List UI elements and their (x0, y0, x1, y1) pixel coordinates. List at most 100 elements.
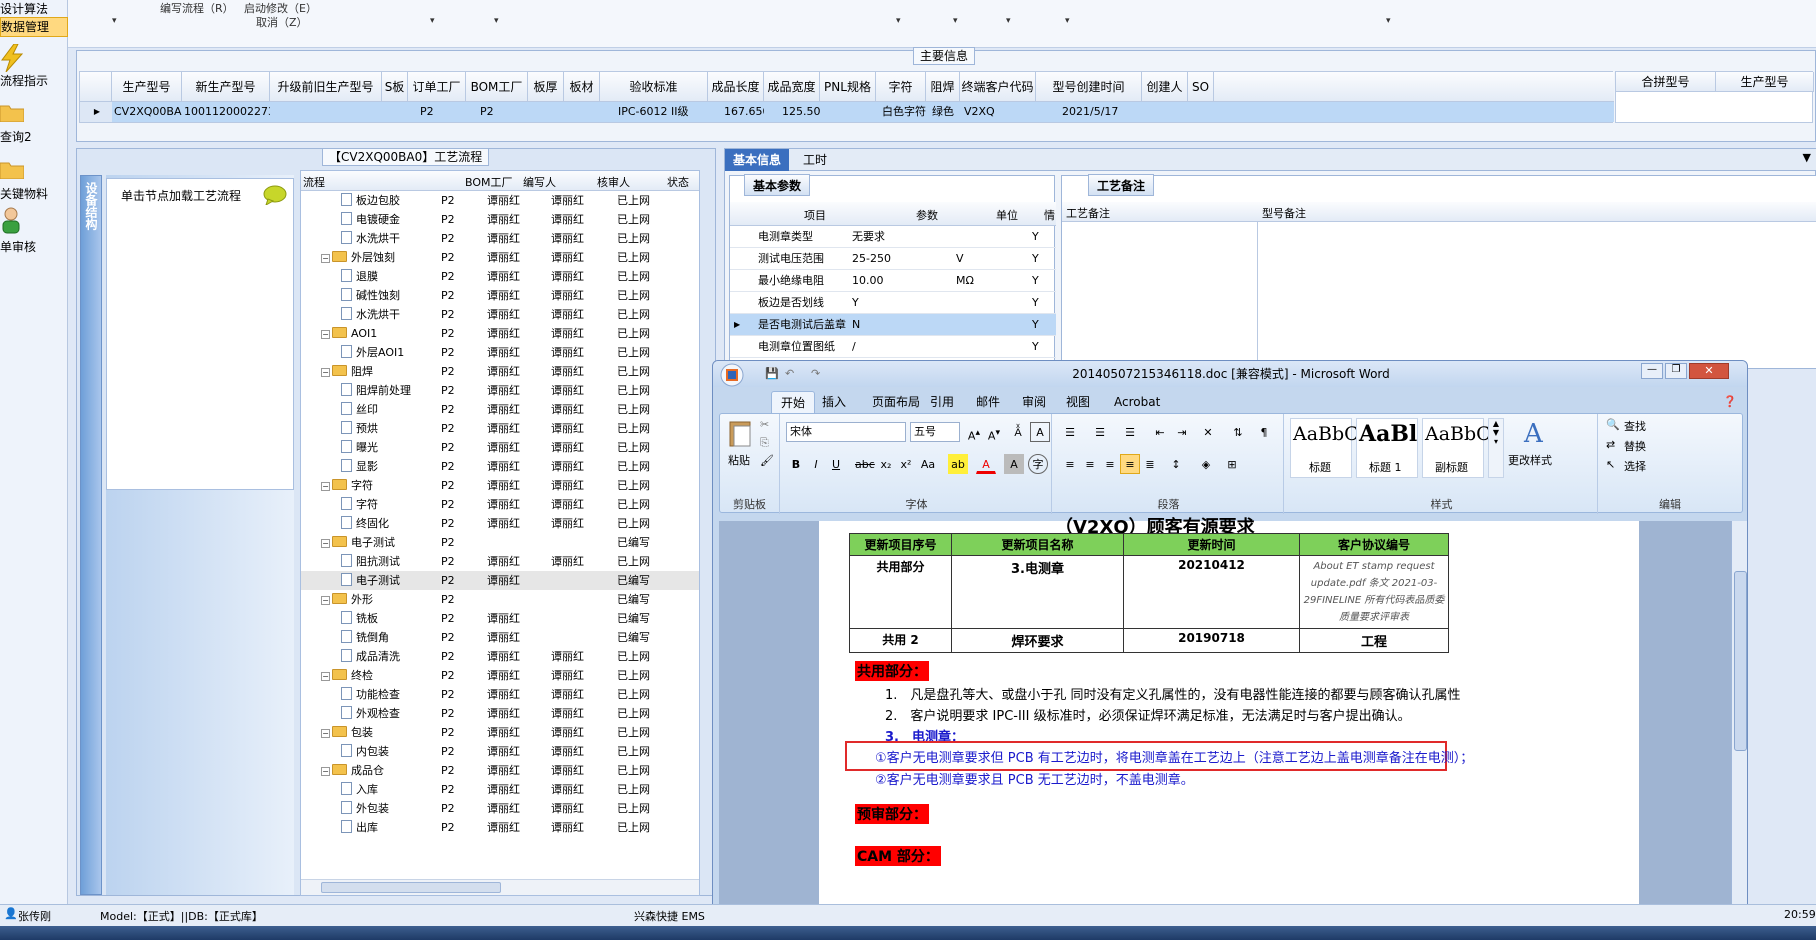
col-header[interactable]: 字符 (876, 72, 926, 102)
char-border-icon[interactable]: A (1030, 422, 1050, 442)
col-header[interactable]: 型号备注 (1262, 205, 1306, 221)
numbering-icon[interactable]: ☰ (1090, 422, 1110, 442)
param-row[interactable]: ▶ 是否电测试后盖章 N Y (730, 314, 1056, 336)
align-right-icon[interactable]: ≡ (1100, 454, 1120, 474)
cancel-button[interactable]: 取消（Z） (256, 14, 308, 30)
tree-row[interactable]: 电镀硬金 P2 谭丽红 谭丽红 已上网 (301, 210, 699, 229)
col-header[interactable]: 新生产型号 (182, 72, 270, 102)
change-styles-icon[interactable]: A (1520, 418, 1550, 448)
col-header[interactable]: 工艺备注 (1066, 205, 1110, 221)
col-header[interactable]: 板材 (564, 72, 600, 102)
document-page[interactable]: （V2XQ）顾客有源要求 更新项目序号 更新项目名称 更新时间 客户协议编号 共… (819, 517, 1639, 939)
col-header[interactable]: BOM工厂 (465, 174, 513, 190)
ribbon-tab[interactable]: 邮件 (967, 391, 1009, 413)
nav-item-data-management[interactable]: 数据管理 (0, 17, 68, 37)
dropdown-icon[interactable]: ▾ (1006, 16, 1011, 26)
tree-row[interactable]: − 电子测试 P2 已编写 (301, 533, 699, 552)
style-subtitle[interactable]: AaBbC 副标题 (1422, 418, 1491, 478)
col-header[interactable]: 板厚 (528, 72, 564, 102)
tree-row[interactable]: 功能检查 P2 谭丽红 谭丽红 已上网 (301, 685, 699, 704)
tree-row[interactable]: 曝光 P2 谭丽红 谭丽红 已上网 (301, 438, 699, 457)
align-center-icon[interactable]: ≡ (1080, 454, 1100, 474)
dropdown-icon[interactable]: ▾ (1386, 16, 1391, 26)
align-left-icon[interactable]: ≡ (1060, 454, 1080, 474)
tree-row[interactable]: − 阻焊 P2 谭丽红 谭丽红 已上网 (301, 362, 699, 381)
tree-row[interactable]: 铣倒角 P2 谭丽红 已编写 (301, 628, 699, 647)
vertical-scrollbar[interactable] (1731, 521, 1747, 939)
superscript-icon[interactable]: x² (896, 454, 916, 474)
tree-row[interactable]: 铣板 P2 谭丽红 已编写 (301, 609, 699, 628)
dropdown-icon[interactable]: ▾ (953, 16, 958, 26)
font-size-select[interactable]: 五号 (910, 422, 960, 442)
basic-params-tab[interactable]: 基本参数 (744, 174, 811, 196)
tree-row[interactable]: 板边包胶 P2 谭丽红 谭丽红 已上网 (301, 191, 699, 210)
tree-row[interactable]: 阻抗测试 P2 谭丽红 谭丽红 已上网 (301, 552, 699, 571)
col-header[interactable]: 阻焊 (926, 72, 960, 102)
replace-button[interactable]: 替换 (1624, 438, 1646, 454)
param-row[interactable]: 电测章类型 无要求 Y (730, 226, 1056, 248)
find-button[interactable]: 查找 (1624, 418, 1646, 434)
sort-icon[interactable]: ⇅ (1228, 422, 1248, 442)
col-header[interactable]: 创建人 (1142, 72, 1188, 102)
nav-item-query2[interactable]: 查询2 (0, 100, 68, 144)
col-header[interactable]: 型号创建时间 (1036, 72, 1142, 102)
maximize-button[interactable]: ❐ (1665, 363, 1687, 379)
tree-row[interactable]: 退膜 P2 谭丽红 谭丽红 已上网 (301, 267, 699, 286)
paste-icon[interactable] (728, 418, 754, 448)
decrease-indent-icon[interactable]: ⇤ (1150, 422, 1170, 442)
col-header[interactable]: 参数 (916, 207, 938, 223)
tree-row[interactable]: − 外层蚀刻 P2 谭丽红 谭丽红 已上网 (301, 248, 699, 267)
select-button[interactable]: 选择 (1624, 458, 1646, 474)
col-header[interactable]: S板 (382, 72, 408, 102)
italic-icon[interactable]: I (806, 454, 826, 474)
collapse-icon[interactable]: − (321, 254, 330, 263)
ribbon-tab[interactable]: 审阅 (1013, 391, 1055, 413)
nav-item-flow-guide[interactable]: 流程指示 (0, 44, 68, 88)
col-header[interactable]: 核审人 (597, 174, 630, 190)
font-name-select[interactable]: 宋体 (786, 422, 906, 442)
tree-row[interactable]: − 字符 P2 谭丽红 谭丽红 已上网 (301, 476, 699, 495)
col-header[interactable]: 订单工厂 (408, 72, 466, 102)
tree-row[interactable]: 外层AOI1 P2 谭丽红 谭丽红 已上网 (301, 343, 699, 362)
undo-icon[interactable]: ↶ (785, 361, 794, 387)
col-header[interactable]: 情 (1044, 207, 1055, 223)
node-hint-box[interactable]: 单击节点加载工艺流程 (106, 178, 294, 490)
copy-icon[interactable]: ⎘ (760, 436, 769, 450)
col-header[interactable]: 流程 (303, 174, 325, 190)
redo-icon[interactable]: ↷ (811, 361, 820, 387)
tree-row[interactable]: − 终检 P2 谭丽红 谭丽红 已上网 (301, 666, 699, 685)
collapse-icon[interactable]: − (321, 672, 330, 681)
col-header[interactable]: 成品宽度 (764, 72, 820, 102)
tree-row[interactable]: 显影 P2 谭丽红 谭丽红 已上网 (301, 457, 699, 476)
char-shading-icon[interactable]: A (1004, 454, 1024, 474)
justify-icon[interactable]: ≡ (1120, 454, 1140, 474)
help-icon[interactable]: ❓ (1723, 395, 1737, 408)
ribbon-tab[interactable]: 页面布局 (863, 391, 929, 413)
collapse-icon[interactable]: − (321, 539, 330, 548)
collapse-icon[interactable]: − (321, 368, 330, 377)
show-marks-icon[interactable]: ¶ (1254, 422, 1274, 442)
enclose-char-icon[interactable]: 字 (1028, 454, 1048, 474)
dropdown-icon[interactable]: ▼ (1803, 151, 1811, 164)
param-row[interactable]: 板边是否划线 Y Y (730, 292, 1056, 314)
ribbon-tab[interactable]: Acrobat (1105, 391, 1169, 413)
paste-button[interactable]: 粘贴 (728, 452, 750, 468)
font-color-icon[interactable]: A (976, 454, 996, 474)
process-note-tab[interactable]: 工艺备注 (1088, 174, 1155, 196)
shading-icon[interactable]: ◈ (1196, 454, 1216, 474)
tab-basic-info[interactable]: 基本信息 (725, 149, 790, 171)
tree-row[interactable]: − AOI1 P2 谭丽红 谭丽红 已上网 (301, 324, 699, 343)
col-header[interactable]: 生产型号 (1716, 72, 1814, 92)
increase-indent-icon[interactable]: ⇥ (1172, 422, 1192, 442)
ribbon-tab[interactable]: 插入 (813, 391, 855, 413)
dropdown-icon[interactable]: ▾ (896, 16, 901, 26)
borders-icon[interactable]: ⊞ (1222, 454, 1242, 474)
styles-scroll[interactable]: ▲ ▼ ▾ (1488, 418, 1504, 478)
col-header[interactable]: SO (1188, 72, 1214, 102)
col-header[interactable]: 合拼型号 (1616, 72, 1716, 92)
process-note-text[interactable] (1062, 222, 1258, 370)
param-row[interactable]: 测试电压范围 25-250 V Y (730, 248, 1056, 270)
distributed-icon[interactable]: ≣ (1140, 454, 1160, 474)
col-header[interactable]: 生产型号 (112, 72, 182, 102)
change-case-icon[interactable]: Aa (918, 454, 938, 474)
